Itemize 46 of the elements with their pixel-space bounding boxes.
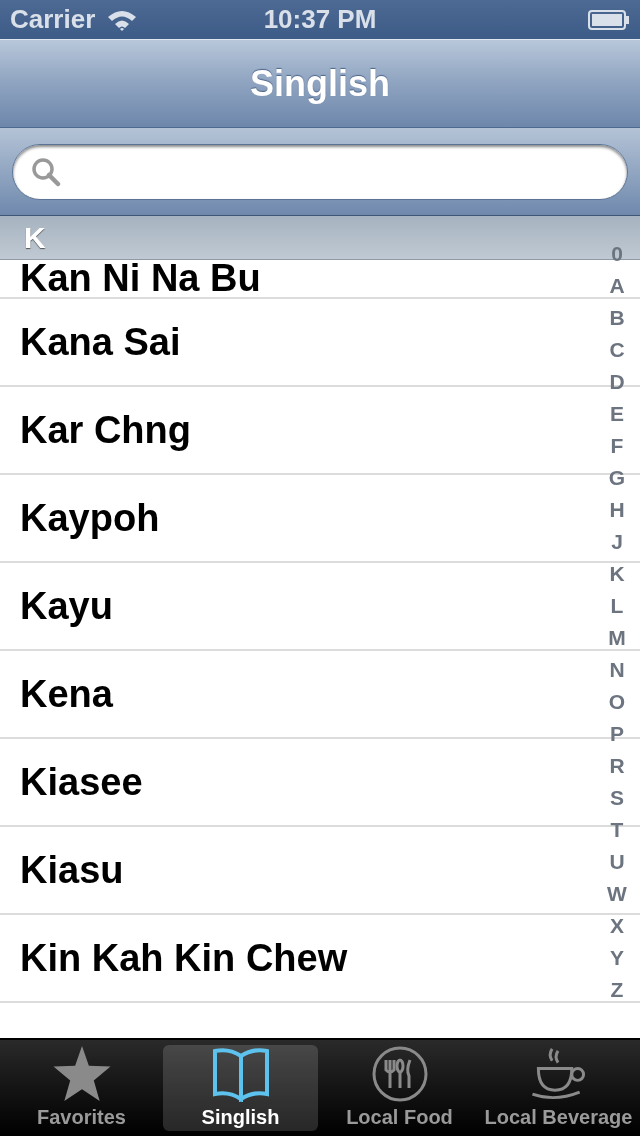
list-item[interactable]: Kiasu bbox=[20, 848, 124, 892]
index-letter[interactable]: F bbox=[610, 430, 624, 462]
index-letter[interactable]: O bbox=[608, 686, 626, 718]
section-title: K bbox=[24, 220, 46, 255]
list-item[interactable]: Kar Chng bbox=[20, 408, 191, 452]
index-letter[interactable]: H bbox=[609, 494, 625, 526]
index-letter[interactable]: U bbox=[609, 846, 625, 878]
wifi-icon bbox=[107, 8, 138, 31]
index-letter[interactable]: G bbox=[608, 462, 626, 494]
index-letter[interactable]: C bbox=[609, 334, 625, 366]
index-letter[interactable]: R bbox=[609, 750, 625, 782]
battery-icon bbox=[588, 9, 630, 30]
index-letter[interactable]: W bbox=[607, 878, 627, 910]
list-item[interactable]: Kayu bbox=[20, 584, 113, 628]
index-letter[interactable]: D bbox=[609, 366, 625, 398]
list-item[interactable]: Kin Kah Kin Chew bbox=[20, 936, 348, 980]
tab[interactable]: Local Food bbox=[322, 1045, 477, 1131]
index-letter[interactable]: E bbox=[610, 398, 624, 430]
list-item[interactable]: Kena bbox=[20, 672, 113, 716]
list-item[interactable]: Kana Sai bbox=[20, 320, 181, 364]
list-item[interactable]: Kiasee bbox=[20, 760, 143, 804]
index-letter[interactable]: L bbox=[610, 590, 624, 622]
index-letter[interactable]: X bbox=[610, 910, 624, 942]
carrier-label: Carrier bbox=[10, 4, 96, 35]
index-letter[interactable]: M bbox=[608, 622, 626, 654]
index-letter[interactable]: 0 bbox=[611, 238, 623, 270]
plate-icon bbox=[371, 1046, 428, 1102]
index-letter[interactable]: B bbox=[609, 302, 625, 334]
tab[interactable]: Local Beverage bbox=[481, 1045, 636, 1131]
index-letter[interactable]: S bbox=[610, 782, 624, 814]
list-item[interactable]: Kaypoh bbox=[20, 496, 160, 540]
index-letter[interactable]: J bbox=[611, 526, 623, 558]
index-letter[interactable]: P bbox=[610, 718, 624, 750]
clock: 10:37 PM bbox=[263, 4, 377, 35]
index-letter[interactable]: T bbox=[610, 814, 624, 846]
tab[interactable]: Singlish bbox=[163, 1045, 318, 1131]
nav-title: Singlish bbox=[250, 62, 390, 105]
index-letter[interactable]: Z bbox=[610, 974, 624, 1006]
book-icon bbox=[211, 1046, 270, 1102]
tab[interactable]: Favorites bbox=[4, 1045, 159, 1131]
list-item[interactable]: Kan Ni Na Bu bbox=[20, 259, 261, 297]
index-letter[interactable]: A bbox=[609, 270, 625, 302]
index-letter[interactable]: Y bbox=[610, 942, 624, 974]
index-letter[interactable]: K bbox=[609, 558, 625, 590]
index-letter[interactable]: N bbox=[609, 654, 625, 686]
search-icon bbox=[31, 156, 61, 187]
